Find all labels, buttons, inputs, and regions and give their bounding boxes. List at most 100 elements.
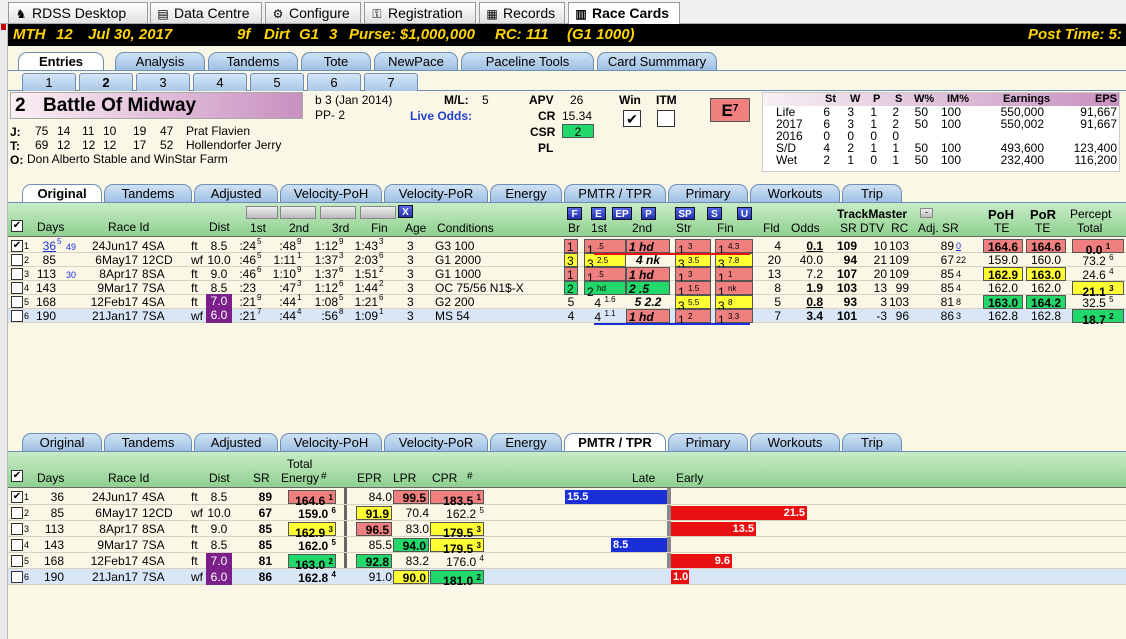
row-checkbox[interactable] (11, 310, 23, 322)
pos-sup: 2.5 (597, 256, 609, 265)
tab-workouts[interactable]: Workouts (750, 433, 840, 451)
row-checkbox[interactable] (11, 254, 23, 266)
row-checkbox[interactable] (11, 555, 23, 567)
tab-velocity-poh[interactable]: Velocity-PoH (280, 184, 382, 202)
race-track: 12CD (142, 253, 173, 267)
sort-button[interactable] (280, 206, 316, 219)
select-all-checkbox-lower[interactable]: ✔ (11, 470, 23, 482)
tab-tandems[interactable]: Tandems (104, 184, 192, 202)
tab-trip[interactable]: Trip (842, 433, 902, 451)
percept-rank: 5 (1109, 295, 1114, 304)
pp-row[interactable]: 2 85 6May17 12CD wf 10.0:46 5 1:11 1 1:37 3 2:03 6 3 G… (8, 251, 1126, 271)
pmtr-row[interactable]: 3 113 8Apr17 8SA ft 9.0 85 162.9 3 96.5 83.0 179.5… (8, 521, 1126, 540)
tab-analysis[interactable]: Analysis (115, 52, 205, 70)
entry-tab-4[interactable]: 4 (193, 73, 247, 91)
tab-data-centre[interactable]: ▤ Data Centre (150, 2, 262, 23)
tab-primary[interactable]: Primary (668, 184, 748, 202)
tab-trip[interactable]: Trip (842, 184, 902, 202)
tab-configure[interactable]: ⚙ Configure (265, 2, 361, 23)
sort-button[interactable] (246, 206, 278, 219)
win-checkbox[interactable]: ✔ (623, 110, 641, 127)
filter-u-button[interactable]: U (737, 207, 752, 220)
poh-te-value: 162.9 (983, 267, 1023, 282)
tab-rdss-desktop[interactable]: ♞ RDSS Desktop (8, 2, 148, 23)
filter-s-button[interactable]: S (707, 207, 722, 220)
tab-race-cards[interactable]: ▥ Race Cards (568, 2, 680, 24)
pp-row[interactable]: 5 168 12Feb17 4SA ft 7.0:21 9:44 1 1:08 5 1:21 6 3 G2… (8, 293, 1126, 313)
tab-velocity-poh[interactable]: Velocity-PoH (280, 433, 382, 451)
tab-original[interactable]: Original (22, 184, 102, 202)
row-checkbox[interactable]: ✔ (11, 491, 23, 503)
tab-entries[interactable]: Entries (18, 52, 104, 70)
filter-p-button[interactable]: P (641, 207, 656, 220)
pp-row[interactable]: 3 113 30 8Apr17 8SA ft 9.0:46 6 1:10 9 1:37 6 1:51 2 3… (8, 265, 1126, 285)
pmtr-row[interactable]: ✔ 1 36 24Jun17 4SA ft 8.5 89 164.6 1 84.0 99.5 183.… (8, 489, 1126, 508)
col-lpr: LPR (393, 471, 417, 485)
pmtr-row[interactable]: 5 168 12Feb17 4SA ft 7.0 81 163.0 2 92.8 83.2 176.… (8, 553, 1126, 572)
entry-tab-5[interactable]: 5 (250, 73, 304, 91)
record-value: 550,002 (1000, 117, 1044, 131)
race-date: 12Feb17 (90, 554, 138, 568)
sort-button[interactable] (360, 206, 396, 219)
tab-registration[interactable]: ⚿ Registration (364, 2, 476, 23)
pp-row[interactable]: 6 190 21Jan17 7SA wf 6.0:21 7:44 4:56 8 1:09 1 3 MS … (8, 307, 1126, 327)
call-3rd-sup: 5 (339, 293, 344, 302)
tab-tandems[interactable]: Tandems (104, 433, 192, 451)
row-checkbox[interactable] (11, 296, 23, 308)
tab-workouts[interactable]: Workouts (750, 184, 840, 202)
tab-energy[interactable]: Energy (490, 184, 562, 202)
tab-adjusted[interactable]: Adjusted (194, 184, 278, 202)
tab-newpace[interactable]: NewPace (374, 52, 458, 70)
call-3rd: 1:37 (314, 267, 338, 281)
filter-sp-button[interactable]: SP (675, 207, 695, 220)
entry-tab-2[interactable]: 2 (79, 73, 133, 91)
pos-stretch: 1 1.5 (675, 281, 711, 299)
tab-pmtr-tpr[interactable]: PMTR / TPR (564, 184, 666, 202)
tab-records[interactable]: ▦ Records (479, 2, 565, 23)
tab-primary[interactable]: Primary (668, 433, 748, 451)
entry-tab-1[interactable]: 1 (22, 73, 76, 91)
row-checkbox[interactable] (11, 268, 23, 280)
row-checkbox[interactable] (11, 539, 23, 551)
tab-tandems[interactable]: Tandems (208, 52, 298, 70)
select-all-checkbox[interactable]: ✔ (11, 220, 23, 232)
pmtr-row[interactable]: 2 85 6May17 12CD wf 10.0 67 159.0 6 91.9 70.4 162.… (8, 505, 1126, 521)
clear-sort-button[interactable]: X (398, 205, 413, 218)
cpr-rank: 4 (479, 554, 484, 563)
sort-button[interactable] (320, 206, 356, 219)
itm-checkbox[interactable] (657, 110, 675, 127)
tab-tote[interactable]: Tote (301, 52, 371, 70)
tab-original[interactable]: Original (22, 433, 102, 451)
entry-tab-6[interactable]: 6 (307, 73, 361, 91)
filter-f-button[interactable]: F (567, 207, 582, 220)
tab-velocity-por[interactable]: Velocity-PoR (384, 433, 488, 451)
pos-fin: 3 7.8 (715, 253, 753, 271)
row-checkbox[interactable] (11, 571, 23, 583)
filter-ep-button[interactable]: EP (612, 207, 632, 220)
pp-row[interactable]: 4 143 9Mar17 7SA ft 8.5:23:47 3 1:12 6 1:44 2 3 OC 7… (8, 279, 1126, 299)
percept-value: 0.0 1 (1072, 239, 1124, 257)
tab-adjusted[interactable]: Adjusted (194, 433, 278, 451)
row-index: 5 (24, 297, 30, 307)
col-pos-fin: Fin (717, 221, 734, 235)
e-rating-button[interactable]: E7 (710, 98, 750, 122)
tab-velocity-por[interactable]: Velocity-PoR (384, 184, 488, 202)
trip-underline (594, 323, 750, 325)
tab-pmtr-tpr[interactable]: PMTR / TPR (564, 433, 666, 451)
tab-card-summary[interactable]: Card Summmary (597, 52, 717, 70)
pmtr-row[interactable]: 4 143 9Mar17 7SA ft 8.5 85 162.0 5 85.5 94.0 179.5… (8, 537, 1126, 556)
row-checkbox[interactable]: ✔ (11, 240, 23, 252)
entry-tab-3[interactable]: 3 (136, 73, 190, 91)
te-rank: 2 (328, 557, 333, 566)
call-3rd: 1:08 (314, 295, 338, 309)
pp-row[interactable]: ✔ 1 36 5 49 24Jun17 4SA ft 8.5:24 5:48 9 1:12 9 1:43 3… (8, 237, 1126, 257)
row-checkbox[interactable] (11, 507, 23, 519)
entry-tab-7[interactable]: 7 (364, 73, 418, 91)
filter-e-button[interactable]: E (591, 207, 606, 220)
collapse-button[interactable]: - (920, 208, 933, 218)
pmtr-row[interactable]: 6 190 21Jan17 7SA wf 6.0 86 162.8 4 91.0 90.0 181.… (8, 569, 1126, 588)
tab-paceline-tools[interactable]: Paceline Tools (461, 52, 594, 70)
row-checkbox[interactable] (11, 523, 23, 535)
row-checkbox[interactable] (11, 282, 23, 294)
tab-energy[interactable]: Energy (490, 433, 562, 451)
